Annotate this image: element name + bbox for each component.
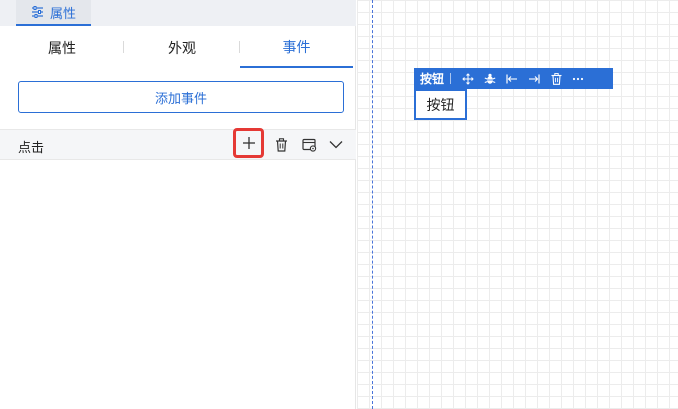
trash-icon [275,137,288,152]
tab-properties[interactable]: 属性 [0,28,124,68]
expand-event-button[interactable] [322,130,350,159]
event-label: 点击 [18,140,45,155]
window-settings-icon [301,138,317,152]
align-right-button[interactable] [523,68,545,89]
sliders-icon [31,6,44,18]
subtab-bar: 属性 外观 事件 [0,28,356,68]
add-event-button[interactable]: 添加事件 [18,81,344,113]
canvas-guide-line [372,0,373,409]
move-button[interactable] [457,68,479,89]
toolbar-separator [450,73,452,84]
more-button[interactable] [567,68,589,89]
align-left-button[interactable] [501,68,523,89]
tab-appearance[interactable]: 外观 [124,28,240,68]
properties-panel: 属性 属性 外观 事件 添加事件 点击 [0,0,356,409]
tab-events[interactable]: 事件 [240,28,353,68]
event-item-click[interactable]: 点击 [0,128,356,160]
debug-button[interactable] [479,68,501,89]
more-icon [572,77,584,81]
add-action-button[interactable] [233,128,264,158]
component-toolbar: 按钮 [414,68,613,89]
delete-event-button[interactable] [267,130,295,159]
component-toolbar-title: 按钮 [420,72,445,86]
chevron-down-icon [329,140,343,149]
align-left-icon [506,74,518,84]
bug-icon [484,73,496,85]
move-icon [462,72,474,85]
delete-component-button[interactable] [545,68,567,89]
panel-tab-strip: 属性 [0,0,356,26]
design-canvas[interactable] [357,0,678,409]
canvas-button-component[interactable]: 按钮 [414,89,467,120]
align-right-icon [528,74,540,84]
plus-icon [242,136,256,150]
trash-icon [551,72,562,85]
tab-properties-main[interactable]: 属性 [16,0,91,26]
event-settings-button[interactable] [295,130,323,159]
tab-properties-main-label: 属性 [49,5,76,21]
